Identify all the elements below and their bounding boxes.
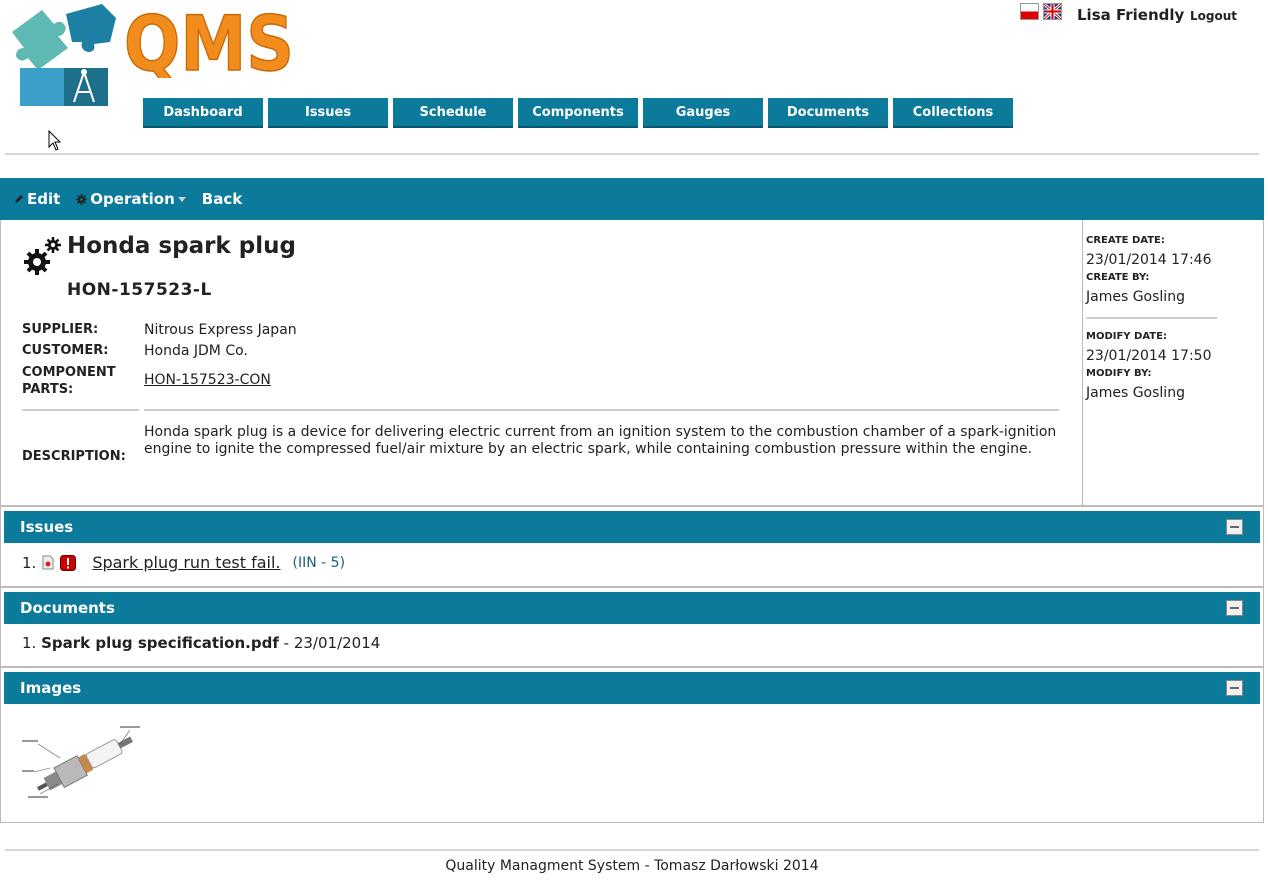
customer-label: CUSTOMER:: [22, 343, 109, 358]
spark-plug-image[interactable]: [20, 722, 146, 808]
nav-dashboard[interactable]: Dashboard: [143, 98, 263, 128]
nav-collections[interactable]: Collections: [893, 98, 1013, 128]
modify-date-value: 23/01/2014 17:50: [1086, 348, 1212, 364]
document-index: 1.: [22, 634, 37, 652]
list-item: 1. Spark plug specification.pdf - 23/01/…: [22, 634, 380, 652]
create-by-value: James Gosling: [1086, 289, 1185, 305]
modify-by-value: James Gosling: [1086, 385, 1185, 401]
supplier-value: Nitrous Express Japan: [144, 322, 297, 338]
documents-collapse-button[interactable]: [1226, 600, 1243, 616]
issues-header: Issues: [4, 511, 1260, 543]
description-label: DESCRIPTION:: [22, 449, 126, 464]
polish-flag-icon[interactable]: [1020, 3, 1039, 20]
action-toolbar: Edit Operation Back: [0, 178, 1264, 220]
create-by-label: CREATE BY:: [1086, 272, 1150, 283]
header-divider: [5, 153, 1259, 155]
images-header: Images: [4, 672, 1260, 704]
caret-down-icon: [177, 196, 186, 202]
list-item: 1. Spark plug run test fail. (IIN - 5): [22, 553, 345, 572]
component-gears-icon: [22, 236, 64, 280]
uk-flag-icon[interactable]: [1043, 3, 1062, 20]
alert-icon: [60, 554, 77, 571]
create-date-label: CREATE DATE:: [1086, 235, 1165, 246]
gear-small-icon: [76, 193, 88, 205]
nav-gauges[interactable]: Gauges: [643, 98, 763, 128]
component-parts-link[interactable]: HON-157523-CON: [144, 372, 271, 388]
description-value: Honda spark plug is a device for deliver…: [144, 424, 1057, 457]
nav-components[interactable]: Components: [518, 98, 638, 128]
document-date: - 23/01/2014: [283, 634, 381, 652]
meta-divider: [1086, 317, 1217, 319]
component-name: Honda spark plug: [67, 233, 296, 259]
documents-title: Documents: [20, 599, 115, 617]
label-divider: [22, 409, 139, 411]
component-parts-label: COMPONENT PARTS:: [22, 364, 132, 398]
edit-label: Edit: [27, 190, 61, 208]
document-link[interactable]: Spark plug specification.pdf: [41, 634, 279, 652]
component-parts-label-line1: COMPONENT: [22, 365, 116, 380]
documents-header: Documents: [4, 592, 1260, 624]
issue-index: 1.: [22, 553, 37, 572]
nav-documents[interactable]: Documents: [768, 98, 888, 128]
logo-text: QMS: [124, 2, 294, 78]
component-detail-panel: [0, 220, 1264, 506]
nav-issues[interactable]: Issues: [268, 98, 388, 128]
modify-date-label: MODIFY DATE:: [1086, 331, 1167, 342]
supplier-label: SUPPLIER:: [22, 322, 99, 337]
nav-schedule[interactable]: Schedule: [393, 98, 513, 128]
footer-text: Quality Managment System - Tomasz Darłow…: [445, 858, 819, 874]
images-collapse-button[interactable]: [1226, 680, 1243, 696]
customer-value: Honda JDM Co.: [144, 343, 248, 359]
issue-ref: (IIN - 5): [292, 554, 346, 571]
issues-title: Issues: [20, 518, 74, 536]
modify-by-label: MODIFY BY:: [1086, 368, 1152, 379]
operation-label: Operation: [90, 190, 175, 208]
create-date-value: 23/01/2014 17:46: [1086, 252, 1212, 268]
value-divider: [144, 409, 1059, 411]
issues-collapse-button[interactable]: [1226, 519, 1243, 535]
language-switcher: [1020, 3, 1062, 20]
back-button[interactable]: Back: [202, 190, 242, 208]
sidebar-divider: [1082, 220, 1083, 506]
component-parts-label-line2: PARTS:: [22, 382, 74, 397]
main-nav: Dashboard Issues Schedule Components Gau…: [143, 98, 1013, 128]
issue-link[interactable]: Spark plug run test fail.: [92, 553, 280, 572]
operation-dropdown[interactable]: Operation: [76, 190, 186, 208]
pencil-icon: [15, 195, 23, 203]
qms-logo-text: QMS: [122, 0, 298, 89]
user-name: Lisa Friendly: [1077, 6, 1185, 24]
puzzle-logo: [2, 2, 122, 106]
edit-button[interactable]: Edit: [14, 190, 60, 208]
footer-divider: [5, 849, 1259, 851]
document-icon: [42, 555, 54, 570]
images-title: Images: [20, 679, 82, 697]
component-code: HON-157523-L: [67, 280, 212, 300]
logout-link[interactable]: Logout: [1190, 9, 1237, 23]
